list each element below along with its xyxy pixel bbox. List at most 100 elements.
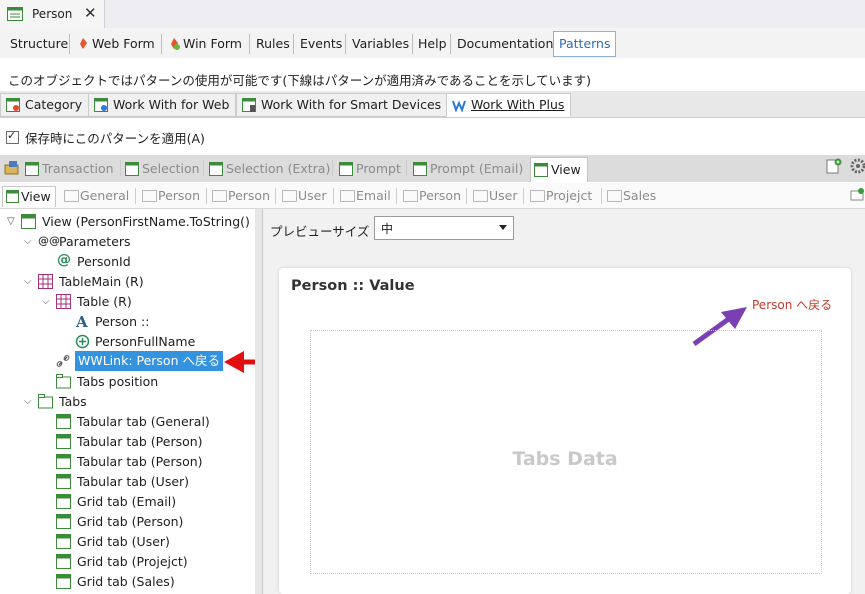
tab-separator (345, 34, 346, 54)
sub-tab-person[interactable]: Person (140, 186, 200, 206)
view-sub-tabs: View General Person Person User Email Pe… (0, 183, 865, 209)
document-tab-strip (0, 0, 865, 29)
sub-tab-user-2[interactable]: User (471, 186, 518, 206)
tree-node-person-id[interactable]: PersonId (77, 252, 131, 272)
tree-node-tab-item[interactable]: Tabular tab (Person) (77, 452, 203, 472)
transaction-icon (7, 7, 23, 21)
grid-icon (339, 162, 353, 176)
text-block-icon: A (76, 313, 88, 331)
gear-icon[interactable] (850, 158, 865, 174)
tab-separator (396, 188, 397, 204)
tree-node-person-full-name[interactable]: PersonFullName (95, 332, 195, 352)
tree-node-table-main[interactable]: TableMain (R) (59, 272, 144, 292)
sub-tab-view[interactable]: View (2, 186, 56, 207)
tree-node-tab-item[interactable]: Grid tab (Projejct) (77, 552, 188, 572)
document-tab-person[interactable]: Person ✕ (0, 0, 105, 28)
apply-on-save-checkbox[interactable]: 保存時にこのパターンを適用(A) (6, 128, 205, 147)
sub-tab-email[interactable]: Email (338, 186, 391, 206)
checkbox-icon[interactable] (6, 129, 19, 144)
instance-tab-prompt[interactable]: Prompt (336, 157, 401, 181)
tree-node-tab-item[interactable]: Grid tab (User) (77, 532, 170, 552)
tab-separator (466, 188, 467, 204)
tab-item-icon (56, 474, 71, 489)
sub-tab-user[interactable]: User (280, 186, 327, 206)
chevron-down-icon (499, 225, 507, 230)
tab-separator (333, 188, 334, 204)
instance-tab-transaction[interactable]: Transaction (22, 157, 114, 181)
tree-node-tab-item[interactable]: Grid tab (Email) (77, 492, 176, 512)
apply-on-save-label: 保存時にこのパターンを適用(A) (25, 131, 205, 146)
instance-tab-view[interactable]: View (530, 157, 588, 182)
sub-tab-projejct[interactable]: Projejct (528, 186, 592, 206)
pattern-tab-work-with-for-smart-devices[interactable]: Work With for Smart Devices (236, 93, 449, 117)
preview-size-select[interactable]: 中 (374, 216, 514, 240)
tab-help[interactable]: Help (418, 32, 447, 56)
tree-node-tab-item[interactable]: Grid tab (Sales) (77, 572, 175, 592)
tree-node-root[interactable]: View (PersonFirstName.ToString() (42, 212, 250, 232)
chevron-down-icon[interactable]: ⌵ (24, 276, 32, 287)
folder-icon (142, 190, 157, 202)
grid-icon (534, 163, 548, 177)
tree-node-tab-item[interactable]: Tabular tab (General) (77, 412, 210, 432)
tab-item-icon (56, 434, 71, 449)
pattern-tab-work-with-plus[interactable]: Work With Plus (446, 93, 572, 117)
category-icon (6, 98, 20, 112)
tree-node-tab-item[interactable]: Tabular tab (User) (77, 472, 189, 492)
folder-icon (212, 190, 227, 202)
view-icon (6, 190, 19, 203)
folder-icon (403, 190, 418, 202)
add-instance-icon[interactable] (826, 158, 842, 174)
sub-tab-person-3[interactable]: Person (401, 186, 461, 206)
sub-tab-person-2[interactable]: Person (210, 186, 270, 206)
tab-item-icon (56, 414, 71, 429)
tab-structure[interactable]: Structure (10, 32, 68, 56)
folder-icon (64, 190, 79, 202)
instance-tab-prompt-email[interactable]: Prompt (Email) (410, 157, 523, 181)
sub-tab-sales[interactable]: Sales (605, 186, 656, 206)
pattern-tab-work-with-for-web[interactable]: Work With for Web (88, 93, 237, 117)
back-link[interactable]: Person へ戻る (752, 296, 832, 313)
instance-tab-selection-extra[interactable]: Selection (Extra) (206, 157, 330, 181)
pattern-tabs: Category Work With for Web Work With for… (0, 91, 865, 118)
tab-web-form[interactable]: Web Form (78, 32, 155, 56)
tree-node-tabs-position[interactable]: Tabs position (77, 372, 158, 392)
tab-win-form[interactable]: Win Form (169, 32, 242, 56)
tab-events[interactable]: Events (300, 32, 342, 56)
chevron-down-icon[interactable]: ⌵ (24, 236, 32, 247)
grid-icon (125, 162, 139, 176)
tree-node-table[interactable]: Table (R) (77, 292, 132, 312)
tree-node-wwlink-selected[interactable]: WWLink: Person へ戻る (75, 351, 223, 371)
tab-rules[interactable]: Rules (256, 32, 290, 56)
preview-size-value: 中 (381, 222, 394, 236)
folder-icon (282, 190, 297, 202)
tab-item-icon (56, 494, 71, 509)
table-icon (38, 274, 53, 289)
tab-separator (523, 188, 524, 204)
add-tab-icon[interactable] (850, 187, 864, 201)
tree-node-tab-item[interactable]: Grid tab (Person) (77, 512, 183, 532)
tab-separator (293, 34, 294, 54)
tab-documentation[interactable]: Documentation (457, 32, 553, 56)
tree-node-tab-item[interactable]: Tabular tab (Person) (77, 432, 203, 452)
pattern-tab-category[interactable]: Category (0, 93, 90, 117)
pane-splitter[interactable] (255, 209, 263, 594)
link-icon (56, 355, 70, 367)
close-icon[interactable]: ✕ (84, 4, 97, 22)
chevron-down-icon[interactable]: ▽ (7, 216, 15, 227)
tab-separator (120, 160, 121, 176)
chevron-down-icon[interactable]: ⌵ (42, 296, 50, 307)
tree-node-person-label[interactable]: Person :: (95, 312, 149, 332)
document-tab-title: Person (32, 7, 73, 21)
tab-patterns[interactable]: Patterns (553, 31, 617, 57)
work-with-web-icon (94, 98, 108, 112)
chevron-down-icon[interactable]: ⌵ (24, 396, 32, 407)
tab-separator (69, 34, 70, 54)
tree-node-tabs[interactable]: Tabs (59, 392, 87, 412)
card-title: Person :: Value (291, 278, 415, 294)
tree-node-parameters[interactable]: Parameters (59, 232, 131, 252)
sub-tab-general[interactable]: General (62, 186, 129, 206)
instance-tab-selection[interactable]: Selection (122, 157, 200, 181)
tabs-data-label: Tabs Data (512, 448, 618, 470)
tab-variables[interactable]: Variables (352, 32, 409, 56)
preview-size-label: プレビューサイズ (270, 224, 370, 239)
